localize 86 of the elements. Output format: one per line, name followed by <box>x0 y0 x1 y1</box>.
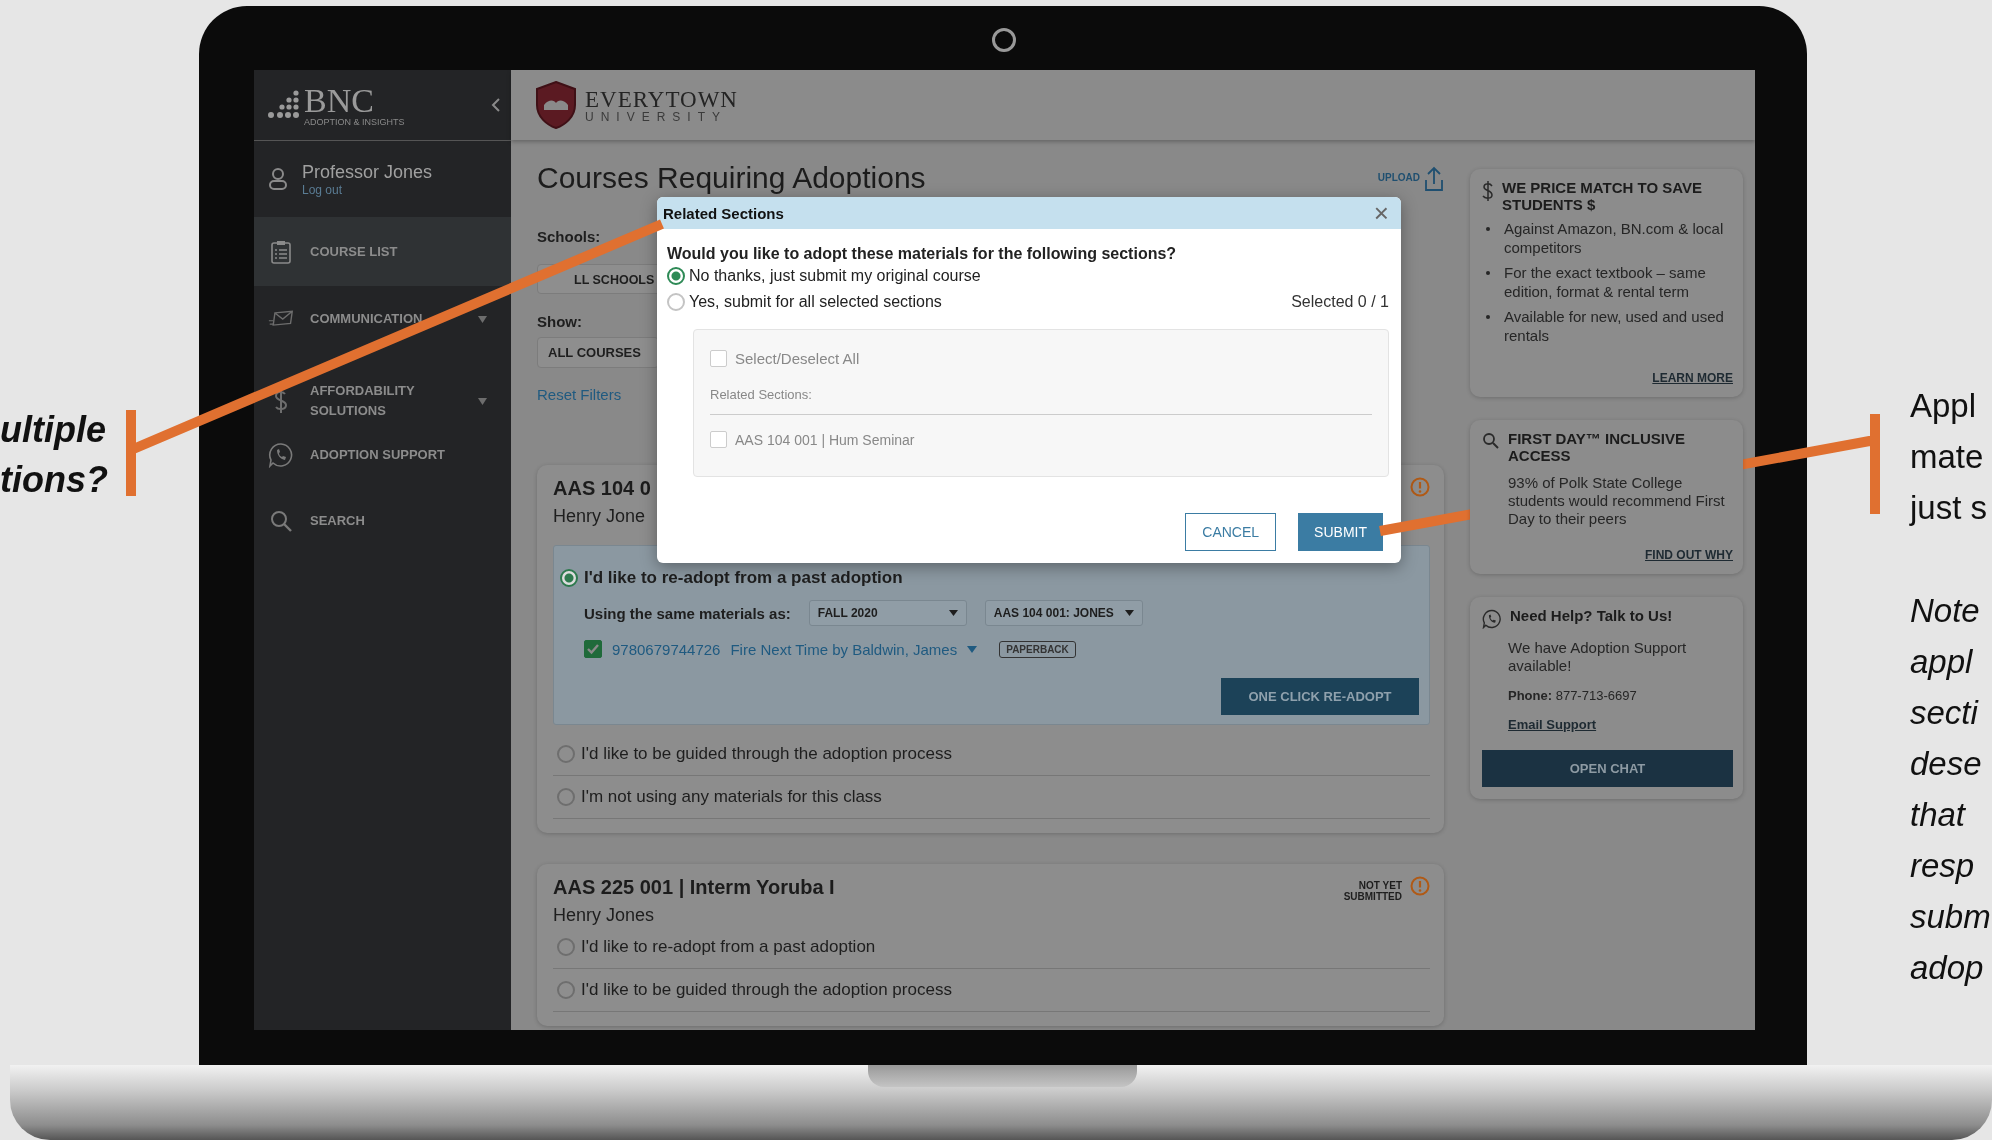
checkbox[interactable] <box>584 640 602 658</box>
card-link[interactable]: LEARN MORE <box>1652 371 1733 385</box>
caret-icon[interactable] <box>967 645 978 653</box>
school-name: EVERYTOWN <box>585 87 738 111</box>
sidebar-item[interactable]: ADOPTION SUPPORT <box>254 422 511 488</box>
selected-count: Selected 0 / 1 <box>1291 293 1389 311</box>
user-icon <box>268 167 288 191</box>
filter-label: Schools: <box>537 228 601 245</box>
radio-button[interactable] <box>557 938 575 956</box>
dots-logo-icon <box>266 90 300 120</box>
isbn-link[interactable]: 9780679744726 <box>612 640 721 658</box>
dialog-question: Would you like to adopt these materials for the following sections? <box>667 245 1178 263</box>
book-title-link[interactable]: Fire Next Time by Baldwin, James <box>730 640 958 658</box>
shield-logo-icon <box>535 81 577 129</box>
course-title: AAS 225 001 | Interm Yoruba I <box>553 876 835 899</box>
radio-button[interactable] <box>667 267 685 285</box>
radio-button[interactable] <box>560 569 578 587</box>
caret-icon <box>1124 610 1134 616</box>
card-title: WE PRICE MATCH TO SAVE STUDENTS $ <box>1502 179 1703 213</box>
user-name: Professor Jones <box>302 161 433 183</box>
dollar-icon <box>1482 181 1494 201</box>
card-title: Need Help? Talk to Us! <box>1510 607 1673 624</box>
card-title: FIRST DAY™ INCLUSIVE ACCESS <box>1508 430 1686 464</box>
alert-icon <box>1410 876 1430 896</box>
alert-icon <box>1410 477 1430 497</box>
camera-icon <box>992 28 1016 52</box>
bullet-text: For the exact textbook – same edition, format & rental term <box>1504 263 1707 301</box>
option-radio[interactable]: I'd like to re-adopt from a past adoption <box>554 546 909 592</box>
card-link[interactable]: Email Support <box>1508 717 1597 732</box>
card-text: We have Adoption Support available! <box>1508 639 1688 675</box>
annotation-note: Note appl secti dese that resp subm adop <box>1910 591 1991 988</box>
one-click-readopt-button[interactable]: ONE CLICK RE-ADOPT <box>1221 678 1419 715</box>
instructor-name: Henry Jones <box>553 905 655 926</box>
caret-icon <box>948 610 958 616</box>
logout-link[interactable]: Log out <box>302 182 433 197</box>
instructor-name: Henry Jone <box>553 506 646 527</box>
chevron-left-icon[interactable] <box>491 97 501 113</box>
filter-label: Show: <box>537 313 582 330</box>
submit-button[interactable]: SUBMIT <box>1298 513 1383 551</box>
logo-text: BNC <box>304 83 375 118</box>
open-chat-button[interactable]: OPEN CHAT <box>1482 750 1733 787</box>
annotation-text: ultiple tions? <box>0 408 106 502</box>
bullet-icon <box>1486 315 1490 319</box>
option-radio[interactable]: I'm not using any materials for this class <box>553 776 886 818</box>
bullet-icon <box>1486 227 1490 231</box>
option-radio[interactable]: I'd like to be guided through the adoption process <box>553 733 956 775</box>
card-text: 93% of Polk State College students would recommend First Day to their peers <box>1508 474 1726 528</box>
clipboard-icon <box>268 238 294 265</box>
upload-link[interactable]: UPLOAD <box>1377 172 1420 183</box>
select-all-checkbox[interactable]: Select/Deselect All <box>710 346 860 371</box>
radio-button[interactable] <box>557 981 575 999</box>
radio-button[interactable] <box>667 293 685 311</box>
search-icon <box>268 509 294 533</box>
search-icon <box>1482 432 1500 450</box>
format-badge: PAPERBACK <box>999 640 1076 658</box>
materials-label: Using the same materials as: <box>584 604 791 622</box>
sidebar-item[interactable]: COMMUNICATION <box>254 286 511 352</box>
option-radio[interactable]: I'd like to be guided through the adoption process <box>553 969 956 1011</box>
annotation-text: Appl mate just s <box>1910 386 1989 528</box>
phone-bubble-icon <box>1482 609 1502 629</box>
close-button[interactable]: × <box>1369 200 1393 226</box>
sidebar-item[interactable]: COURSE LIST <box>254 217 511 286</box>
sidebar-item[interactable]: SEARCH <box>254 488 511 554</box>
phone-bubble-icon <box>268 442 294 468</box>
bullet-text: Against Amazon, BN.com & local competitors <box>1504 219 1725 257</box>
course-title: AAS 104 0 <box>553 477 651 500</box>
bullet-text: Available for new, used and used rentals <box>1504 307 1725 345</box>
status-label: NOT YET SUBMITTED <box>1342 880 1402 902</box>
option-radio[interactable]: I'd like to re-adopt from a past adoption <box>553 926 880 968</box>
filter-dropdown[interactable]: ALL COURSES <box>537 337 659 368</box>
logo-subtitle: ADOPTION & INSIGHTS <box>304 117 405 127</box>
term-dropdown[interactable]: FALL 2020 <box>808 600 967 626</box>
card-link[interactable]: FIND OUT WHY <box>1645 548 1733 562</box>
section-checkbox[interactable]: AAS 104 001 | Hum Seminar <box>710 427 915 452</box>
page-title: Courses Requiring Adoptions <box>537 160 926 196</box>
dialog-title: Related Sections <box>663 204 784 222</box>
upload-icon[interactable] <box>1424 166 1444 192</box>
phone-text: Phone: 877-713-6697 <box>1508 687 1638 705</box>
school-subtitle: UNIVERSITY <box>585 110 728 123</box>
sidebar-item[interactable]: AFFORDABILITY SOLUTIONS <box>254 352 511 422</box>
radio-button[interactable] <box>557 745 575 763</box>
bullet-icon <box>1486 271 1490 275</box>
list-label: Related Sections: <box>710 387 813 402</box>
radio-button[interactable] <box>557 788 575 806</box>
cancel-button[interactable]: CANCEL <box>1185 513 1277 551</box>
section-dropdown[interactable]: AAS 104 001: JONES <box>984 600 1143 626</box>
